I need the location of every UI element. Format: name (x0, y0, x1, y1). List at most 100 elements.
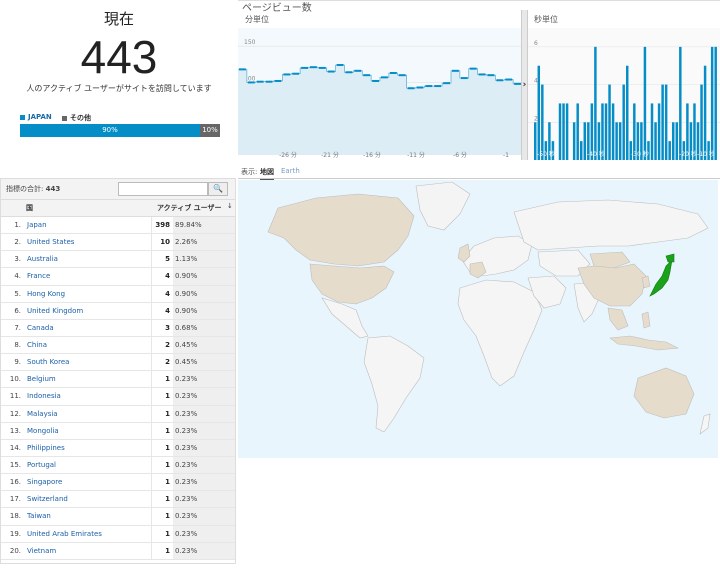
table-row[interactable]: 19. United Arab Emirates 1 0.23% (1, 525, 235, 543)
row-country-link[interactable]: Singapore (27, 478, 62, 486)
table-row[interactable]: 15. Portugal 1 0.23% (1, 456, 235, 475)
row-active-users: 1 (165, 443, 170, 452)
column-header-active-users[interactable]: アクティブ ユーザー (157, 203, 222, 213)
tab-earth[interactable]: Earth (281, 167, 300, 175)
row-index: 11. (9, 392, 21, 401)
per-second-bar (604, 103, 608, 160)
row-country-link[interactable]: United Kingdom (27, 307, 83, 315)
row-index: 13. (9, 426, 21, 435)
row-country-link[interactable]: Hong Kong (27, 290, 65, 298)
row-active-users: 1 (165, 478, 170, 487)
table-row[interactable]: 4. France 4 0.90% (1, 268, 235, 286)
row-country-link[interactable]: Canada (27, 324, 54, 332)
table-row[interactable]: 1. Japan 398 89.84% (1, 217, 235, 235)
table-row[interactable]: 2. United States 10 2.26% (1, 234, 235, 252)
row-country-link[interactable]: United States (27, 238, 74, 246)
row-country-link[interactable]: Japan (27, 221, 47, 229)
table-row[interactable]: 18. Taiwan 1 0.23% (1, 508, 235, 526)
row-country-link[interactable]: Indonesia (27, 392, 61, 400)
row-country-link[interactable]: Australia (27, 255, 58, 263)
x-tick-label: -26 分 (279, 151, 297, 159)
table-row[interactable]: 8. China 2 0.45% (1, 336, 235, 355)
table-row[interactable]: 10. Belgium 1 0.23% (1, 371, 235, 389)
y-tick-label: 2 (534, 115, 538, 122)
row-active-users: 5 (165, 255, 170, 264)
table-toolbar: 指標の合計: 443 🔍 (1, 179, 235, 200)
table-row[interactable]: 17. Switzerland 1 0.23% (1, 491, 235, 509)
per-second-bar (583, 122, 587, 160)
per-second-bar (626, 65, 629, 160)
row-country-link[interactable]: Switzerland (27, 495, 68, 503)
row-country-link[interactable]: South Korea (27, 358, 69, 366)
row-percentage: 0.90% (175, 289, 198, 298)
table-row[interactable]: 7. Canada 3 0.68% (1, 319, 235, 337)
per-second-bar (672, 122, 675, 160)
row-percentage: 2.26% (175, 238, 198, 247)
world-map[interactable] (238, 180, 718, 458)
row-percentage: 0.23% (175, 443, 198, 452)
metric-total-value: 443 (45, 185, 61, 193)
row-country-link[interactable]: France (27, 272, 50, 280)
row-percentage: 89.84% (175, 221, 202, 229)
sort-descending-icon[interactable]: ↓ (227, 202, 233, 210)
row-percentage: 0.23% (175, 409, 198, 418)
table-row[interactable]: 5. Hong Kong 4 0.90% (1, 285, 235, 303)
row-country-link[interactable]: Taiwan (27, 512, 51, 520)
row-active-users: 3 (165, 323, 170, 332)
per-second-bar (710, 46, 714, 160)
map-russia (513, 199, 709, 251)
row-index: 17. (9, 495, 21, 504)
row-country-link[interactable]: China (27, 341, 47, 349)
row-active-users: 1 (165, 460, 170, 469)
row-country-link[interactable]: Mongolia (27, 427, 59, 435)
row-index: 18. (9, 512, 21, 521)
map-philippines (641, 311, 651, 329)
legend-japan: JAPAN (20, 113, 52, 121)
table-row[interactable]: 14. Philippines 1 0.23% (1, 439, 235, 457)
row-country-link[interactable]: Portugal (27, 461, 56, 469)
per-second-bar (664, 84, 668, 160)
table-row[interactable]: 12. Malaysia 1 0.23% (1, 405, 235, 423)
per-second-bar (654, 122, 657, 160)
row-index: 4. (14, 272, 21, 281)
row-country-link[interactable]: Vietnam (27, 547, 56, 555)
x-tick-label: -11 分 (407, 151, 425, 159)
per-second-bar (657, 103, 661, 160)
table-row[interactable]: 6. United Kingdom 4 0.90% (1, 302, 235, 320)
table-row[interactable]: 20. Vietnam 1 0.23% (1, 542, 235, 560)
row-country-link[interactable]: United Arab Emirates (27, 530, 102, 538)
per-second-bar (594, 46, 597, 160)
row-percentage: 0.23% (175, 512, 198, 521)
row-country-link[interactable]: Philippines (27, 444, 65, 452)
table-search-input[interactable] (118, 182, 208, 196)
chevron-right-icon[interactable]: › (521, 80, 528, 90)
per-second-bar (643, 46, 647, 160)
table-row[interactable]: 3. Australia 5 1.13% (1, 251, 235, 269)
row-active-users: 1 (165, 546, 170, 555)
per-second-bar (622, 84, 625, 160)
map-greenland (415, 181, 471, 231)
search-icon[interactable]: 🔍 (208, 182, 228, 196)
per-second-bar (565, 103, 569, 160)
row-active-users: 2 (165, 358, 170, 367)
row-country-link[interactable]: Belgium (27, 375, 56, 383)
row-active-users: 1 (165, 409, 170, 418)
per-second-bar (714, 46, 717, 160)
column-header-country[interactable]: 国 (26, 203, 33, 213)
map-japan-hokkaido (665, 253, 675, 263)
row-active-users: 1 (165, 375, 170, 384)
row-percentage: 0.23% (175, 546, 198, 555)
map-mongolia (589, 251, 631, 269)
table-row[interactable]: 11. Indonesia 1 0.23% (1, 388, 235, 406)
row-percentage: 0.23% (175, 392, 198, 401)
row-index: 12. (9, 409, 21, 418)
row-country-link[interactable]: Malaysia (27, 410, 58, 418)
row-index: 8. (14, 340, 21, 349)
table-row[interactable]: 13. Mongolia 1 0.23% (1, 422, 235, 440)
row-percentage: 0.23% (175, 426, 198, 435)
table-row[interactable]: 9. South Korea 2 0.45% (1, 354, 235, 372)
row-active-users: 4 (165, 306, 170, 315)
per-second-bar (703, 65, 707, 160)
per-second-bar (618, 122, 622, 160)
table-row[interactable]: 16. Singapore 1 0.23% (1, 474, 235, 492)
